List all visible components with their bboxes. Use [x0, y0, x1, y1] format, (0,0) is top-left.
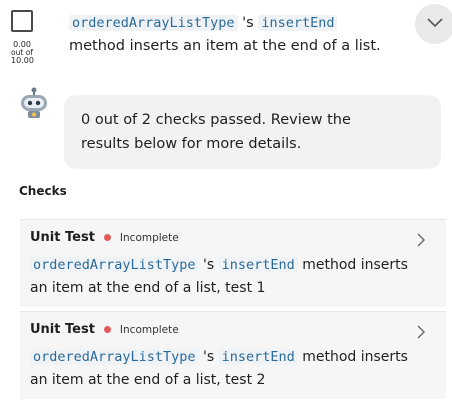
- check-description: orderedArrayListType 's insertEnd method…: [30, 254, 420, 300]
- code-method-name: insertEnd: [218, 257, 298, 273]
- status-label: Incomplete: [119, 323, 179, 336]
- check-item-2[interactable]: Unit Test Incomplete orderedArrayListTyp…: [20, 311, 446, 399]
- expand-button[interactable]: [415, 4, 452, 44]
- check-type-label: Unit Test: [30, 230, 95, 245]
- check-header: Unit Test Incomplete: [30, 230, 179, 245]
- title-rest: method inserts an item at the end of a l…: [69, 38, 381, 54]
- code-method-name: insertEnd: [218, 349, 298, 365]
- chevron-right-icon[interactable]: [416, 324, 426, 340]
- check-item-1[interactable]: Unit Test Incomplete orderedArrayListTyp…: [20, 219, 446, 307]
- question-header: 0.00 out of 10.00 orderedArrayListType '…: [0, 0, 452, 80]
- title-possessive: 's: [237, 15, 259, 31]
- code-class-name: orderedArrayListType: [30, 257, 199, 273]
- score-total: 10.00: [11, 56, 34, 65]
- check-type-label: Unit Test: [30, 322, 95, 337]
- description-possessive: 's: [198, 349, 219, 365]
- result-summary-text: 0 out of 2 checks passed. Review the res…: [81, 112, 351, 152]
- description-possessive: 's: [198, 257, 219, 273]
- question-title: orderedArrayListType 's insertEnd method…: [69, 12, 399, 58]
- status-dot-icon: [103, 234, 111, 241]
- status-dot-icon: [103, 326, 111, 333]
- code-class-name: orderedArrayListType: [30, 349, 199, 365]
- check-header: Unit Test Incomplete: [30, 322, 179, 337]
- status-label: Incomplete: [119, 231, 179, 244]
- check-description: orderedArrayListType 's insertEnd method…: [30, 346, 420, 392]
- result-summary-bubble: 0 out of 2 checks passed. Review the res…: [64, 95, 441, 169]
- code-method-name: insertEnd: [258, 15, 338, 31]
- chevron-down-icon: [427, 18, 443, 28]
- checks-heading: Checks: [19, 184, 67, 198]
- robot-icon: [18, 86, 50, 120]
- chevron-right-icon[interactable]: [416, 232, 426, 248]
- question-checkbox[interactable]: [11, 10, 33, 32]
- code-class-name: orderedArrayListType: [69, 15, 238, 31]
- score-indicator: 0.00 out of 10.00: [11, 41, 34, 65]
